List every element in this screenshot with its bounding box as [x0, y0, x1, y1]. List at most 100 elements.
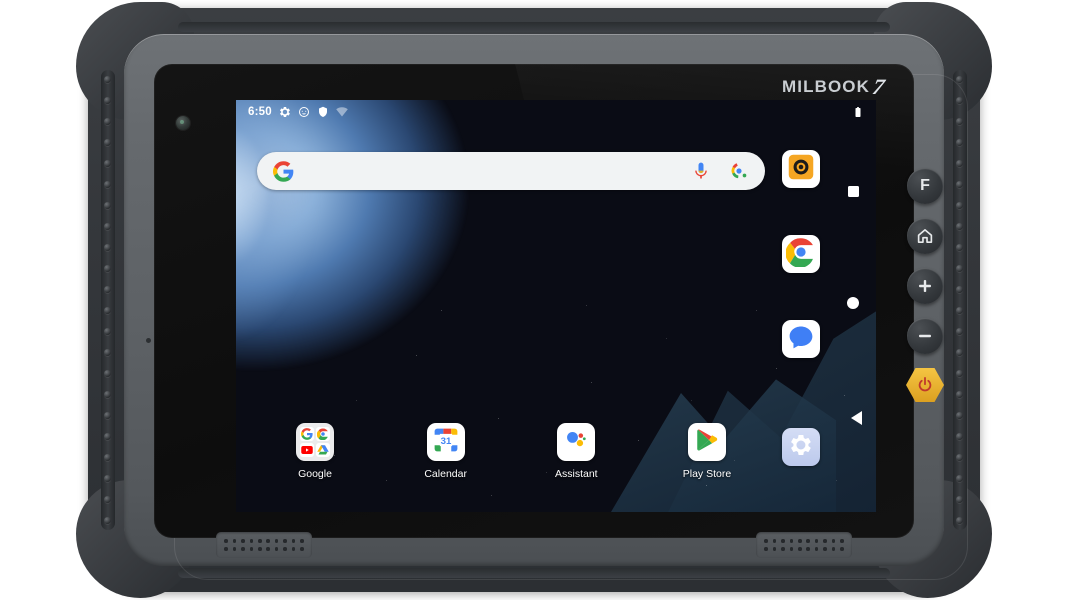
chrome-app[interactable] — [782, 235, 820, 273]
frame-rivet — [104, 202, 111, 209]
plus-icon — [916, 277, 934, 295]
google-folder[interactable]: Google — [276, 423, 354, 480]
messages-app[interactable] — [782, 320, 820, 358]
minus-icon — [916, 327, 934, 345]
top-edge-rail — [178, 22, 890, 32]
side-app-column — [782, 150, 820, 358]
function-button-label: F — [920, 177, 930, 195]
frame-rivet — [104, 328, 111, 335]
search-input[interactable] — [294, 152, 691, 190]
messages-icon — [787, 323, 815, 356]
shield-icon — [317, 106, 329, 118]
home-circle-nav-button[interactable] — [847, 297, 859, 309]
camera-orange-icon — [787, 153, 815, 186]
screenshot-root: MILBOOK 7 6:50 Google 31 Calendar Assist… — [0, 0, 1067, 600]
grille-hole — [250, 539, 254, 543]
grille-hole — [806, 547, 810, 551]
calendar-app[interactable]: 31 Calendar — [407, 423, 485, 480]
google-g-icon — [273, 161, 294, 182]
grille-hole — [773, 539, 777, 543]
grille-hole — [241, 539, 245, 543]
calendar-icon-tile: 31 — [427, 423, 465, 461]
grille-hole — [781, 547, 785, 551]
assistant-icon — [562, 426, 590, 459]
volume-up-button[interactable] — [907, 268, 943, 304]
wallpaper-star — [498, 418, 499, 419]
google-lens-icon[interactable] — [729, 161, 749, 181]
chrome-icon — [786, 237, 816, 272]
grille-hole — [258, 547, 262, 551]
function-button[interactable]: F — [907, 168, 943, 204]
grille-hole — [840, 539, 844, 543]
grille-hole — [798, 547, 802, 551]
grille-hole — [250, 547, 254, 551]
app-label: Calendar — [424, 468, 467, 480]
wallpaper-star — [836, 480, 837, 481]
brand-name: MILBOOK — [782, 77, 870, 97]
frame-rivet — [104, 391, 111, 398]
home-button[interactable] — [907, 218, 943, 254]
frame-rivet — [104, 139, 111, 146]
grille-hole — [764, 539, 768, 543]
grille-hole — [840, 547, 844, 551]
google-search-bar[interactable] — [257, 152, 765, 190]
grille-hole — [275, 539, 279, 543]
grille-hole — [790, 547, 794, 551]
grille-hole — [258, 539, 262, 543]
grille-hole — [773, 547, 777, 551]
brand-seven-mark: 7 — [871, 76, 887, 98]
recents-square-nav-button[interactable] — [848, 186, 859, 197]
wifi-no-internet-icon — [336, 106, 348, 118]
wallpaper-star — [844, 395, 845, 396]
brand-logo: MILBOOK 7 — [782, 76, 884, 98]
assistant-app[interactable]: Assistant — [537, 423, 615, 480]
grille-hole — [275, 547, 279, 551]
wallpaper-star — [691, 400, 692, 401]
grille-hole — [806, 539, 810, 543]
app-label: Assistant — [555, 468, 598, 480]
wallpaper-star — [416, 355, 417, 356]
left-rivet-rail — [101, 70, 115, 530]
back-triangle-nav-button[interactable] — [851, 411, 862, 425]
hardware-button-column: F — [906, 168, 944, 402]
grille-hole — [283, 539, 287, 543]
wallpaper-star — [386, 480, 387, 481]
grille-hole — [266, 539, 270, 543]
frame-rivet — [104, 223, 111, 230]
battery-icon — [852, 106, 864, 118]
wallpaper-aurora-core — [236, 100, 416, 400]
app-label: Google — [298, 468, 332, 480]
app-label: Play Store — [683, 468, 731, 480]
frame-rivet — [104, 412, 111, 419]
grille-hole — [815, 539, 819, 543]
grille-hole — [224, 547, 228, 551]
frame-rivet — [104, 349, 111, 356]
microphone-icon[interactable] — [691, 161, 711, 181]
grille-hole — [832, 547, 836, 551]
frame-rivet — [104, 265, 111, 272]
status-clock: 6:50 — [248, 106, 272, 118]
power-button[interactable] — [906, 368, 944, 402]
wallpaper-star — [586, 305, 587, 306]
frame-rivet — [104, 97, 111, 104]
grille-hole — [292, 547, 296, 551]
wallpaper-star — [706, 485, 707, 486]
play-store-icon — [694, 427, 720, 458]
settings-app[interactable] — [782, 428, 820, 466]
frame-rivet — [956, 76, 963, 83]
grille-hole — [781, 539, 785, 543]
calendar-icon: 31 — [432, 426, 460, 459]
grille-hole — [283, 547, 287, 551]
wallpaper-star — [591, 382, 592, 383]
frame-rivet — [104, 118, 111, 125]
status-bar-left: 6:50 — [248, 106, 348, 118]
status-bar: 6:50 — [236, 100, 876, 124]
gear-icon — [789, 433, 813, 462]
volume-down-button[interactable] — [907, 318, 943, 354]
play-store-app[interactable]: Play Store — [668, 423, 746, 480]
grille-hole — [241, 547, 245, 551]
front-camera — [176, 116, 190, 130]
frame-rivet — [104, 160, 111, 167]
camera-app[interactable] — [782, 150, 820, 188]
side-port-indicator — [146, 338, 151, 343]
